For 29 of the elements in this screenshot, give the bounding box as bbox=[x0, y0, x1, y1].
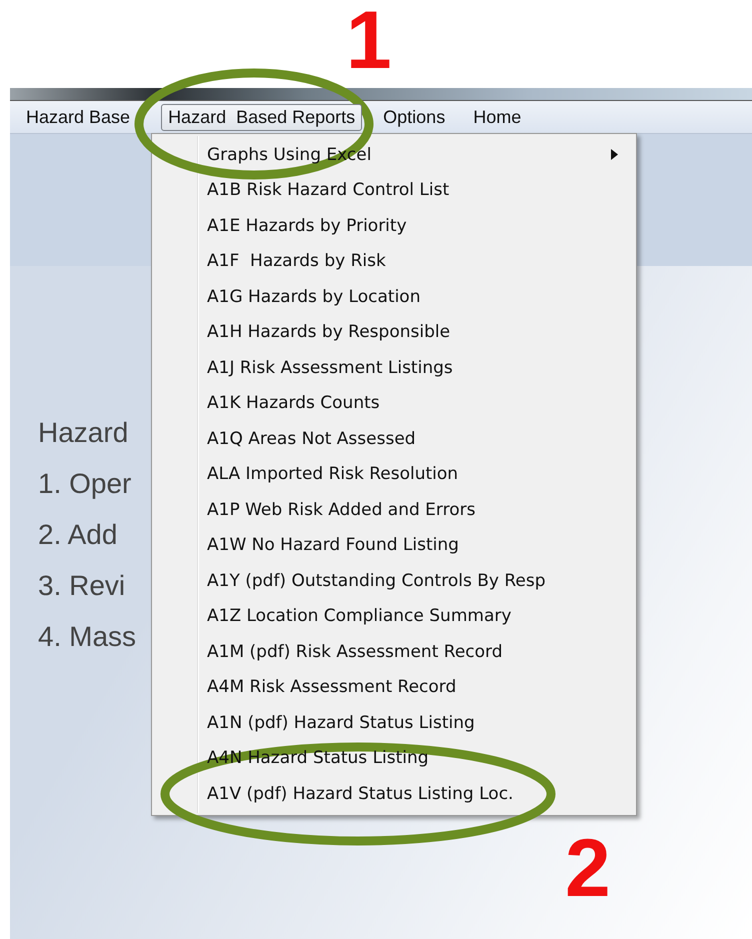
menu-title[interactable]: Options bbox=[376, 104, 452, 130]
menu-item[interactable]: A1K Hazards Counts bbox=[207, 393, 380, 414]
content-text: Hazard bbox=[38, 416, 128, 450]
content-text: 2. Add bbox=[38, 518, 118, 552]
menu-item[interactable]: A1M (pdf) Risk Assessment Record bbox=[207, 642, 503, 662]
menu-item[interactable]: A1J Risk Assessment Listings bbox=[207, 358, 453, 378]
content-text: 1. Oper bbox=[38, 467, 132, 501]
menu-item[interactable]: A1Z Location Compliance Summary bbox=[207, 606, 512, 626]
menu-item[interactable]: A1W No Hazard Found Listing bbox=[207, 535, 459, 556]
content-text: 4. Mass bbox=[38, 620, 136, 654]
menu-item[interactable]: A1V (pdf) Hazard Status Listing Loc. bbox=[207, 784, 514, 804]
menu-item[interactable]: A4M Risk Assessment Record bbox=[207, 677, 456, 698]
annotation-number: 2 bbox=[565, 828, 611, 910]
menu-item[interactable]: A1P Web Risk Added and Errors bbox=[207, 500, 476, 520]
menu-item[interactable]: A1Q Areas Not Assessed bbox=[207, 428, 416, 449]
content-text: 3. Revi bbox=[38, 569, 126, 603]
menu-item[interactable]: A1H Hazards by Responsible bbox=[207, 322, 450, 342]
submenu-arrow-icon bbox=[611, 149, 618, 160]
menu-item[interactable]: A1N (pdf) Hazard Status Listing bbox=[207, 712, 475, 733]
menu-title[interactable]: Hazard Base bbox=[19, 104, 138, 130]
menu-item[interactable]: A1E Hazards by Priority bbox=[207, 216, 407, 236]
menu-title[interactable]: Hazard Based Reports bbox=[161, 104, 362, 130]
menu-item[interactable]: A1B Risk Hazard Control List bbox=[207, 180, 450, 200]
menu-item[interactable]: A1F Hazards by Risk bbox=[207, 251, 386, 272]
annotation-number: 1 bbox=[346, 0, 392, 82]
menu-item[interactable]: A1G Hazards by Location bbox=[207, 286, 420, 307]
menu-item[interactable]: A1Y (pdf) Outstanding Controls By Resp bbox=[207, 570, 546, 591]
menu-item[interactable]: ALA Imported Risk Resolution bbox=[207, 464, 458, 484]
menu-title[interactable]: Home bbox=[466, 104, 528, 130]
